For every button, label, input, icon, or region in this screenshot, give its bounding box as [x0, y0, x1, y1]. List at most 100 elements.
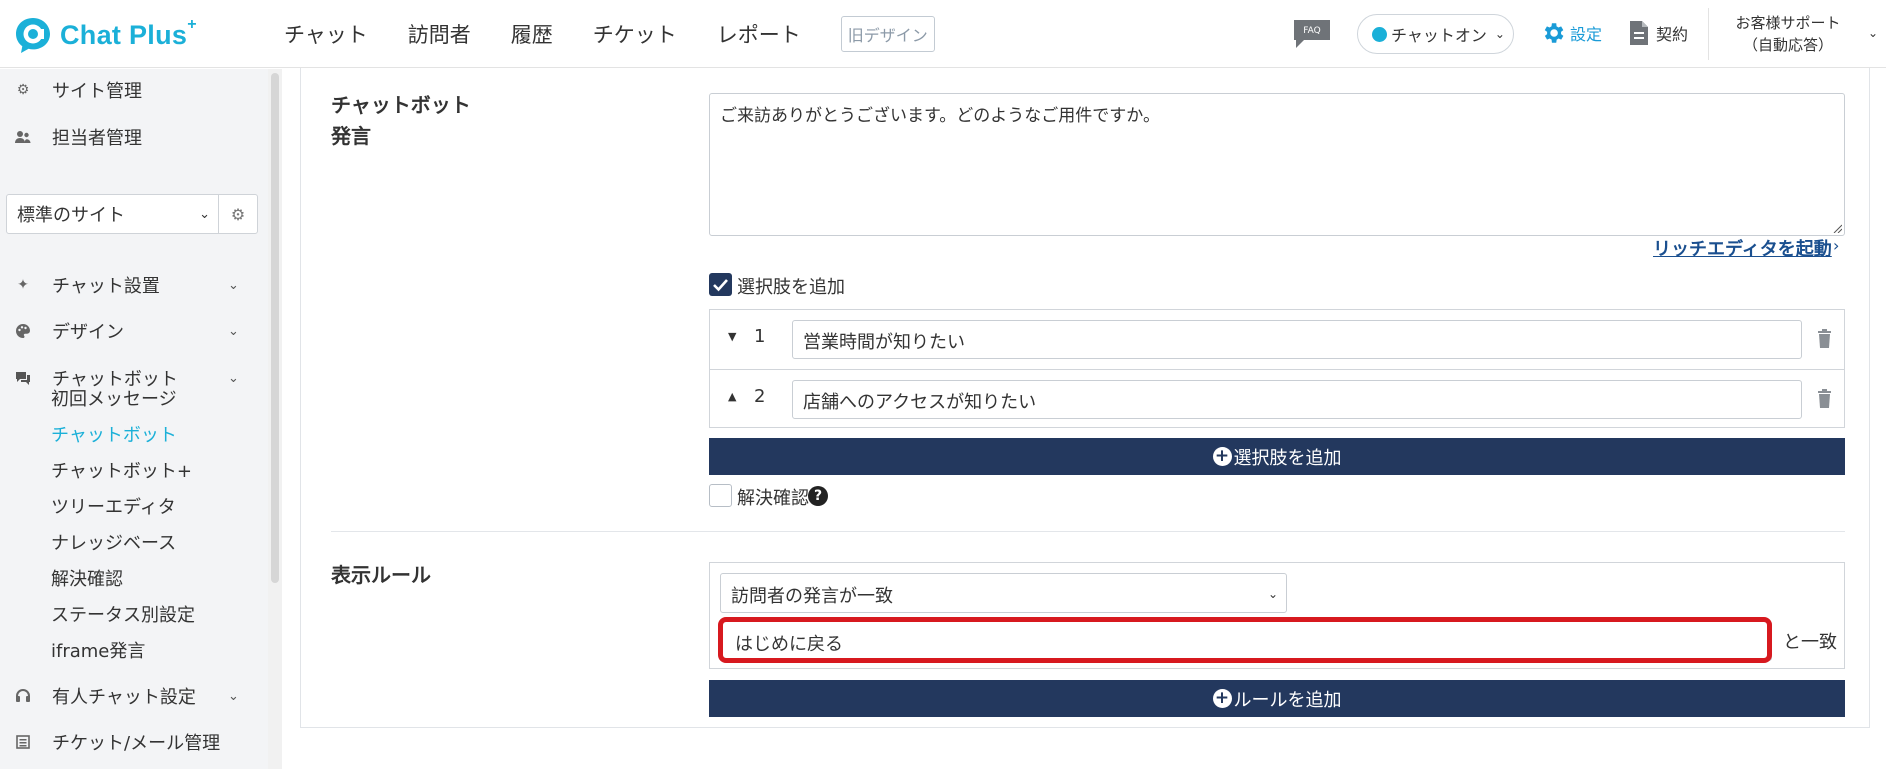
sidebar-subitem-chatbot-plus[interactable]: チャットボット+: [51, 457, 192, 483]
add-choice-label: 選択肢を追加: [1233, 447, 1342, 469]
list-icon: [14, 733, 32, 751]
checkmark-icon: [713, 279, 728, 292]
site-settings-gear-icon[interactable]: ⚙: [219, 195, 257, 233]
resolution-label: 解決確認: [737, 488, 809, 509]
divider: [1708, 8, 1709, 60]
rule-condition-value: 訪問者の発言が一致: [731, 586, 893, 607]
sidebar-item-manned-chat[interactable]: 有人チャット設定 ⌄: [0, 679, 268, 713]
users-icon: [14, 128, 32, 146]
nav-visitors[interactable]: 訪問者: [408, 19, 471, 49]
chatbot-message-textarea[interactable]: ご来訪ありがとうございます。どのようなご用件ですか。: [709, 93, 1845, 236]
chevron-down-icon[interactable]: ⌄: [1868, 26, 1878, 40]
add-choice-button[interactable]: + 選択肢を追加: [709, 438, 1845, 475]
support-menu[interactable]: お客様サポート （自動応答）: [1718, 12, 1858, 56]
status-label: チャットオン: [1391, 26, 1487, 45]
chat-bubble-logo-icon: [16, 18, 50, 53]
contract-label: 契約: [1656, 25, 1689, 44]
gear-icon: [1544, 23, 1564, 43]
move-up-icon[interactable]: ▲: [728, 390, 736, 403]
sidebar-subitem-chatbot[interactable]: チャットボット: [51, 421, 177, 447]
tools-icon: ✦: [17, 277, 29, 293]
nav-chat[interactable]: チャット: [284, 19, 368, 49]
sidebar-item-chat-setup[interactable]: ✦ チャット設置 ⌄: [0, 268, 268, 302]
chevron-right-icon: ›: [1833, 236, 1840, 255]
sidebar: ⚙ サイト管理 担当者管理 標準のサイト ⌄ ⚙ ✦ チャット設置 ⌄ デザイン…: [0, 69, 268, 769]
sidebar-subitem-knowledge-base[interactable]: ナレッジベース: [51, 529, 176, 555]
sidebar-item-label: チケット/メール管理: [52, 733, 221, 754]
sidebar-subitem-first-message[interactable]: 初回メッセージ: [51, 385, 177, 411]
nav-reports[interactable]: レポート: [717, 19, 801, 49]
palette-icon: [14, 322, 32, 340]
top-bar: Chat Plus+ チャット 訪問者 履歴 チケット レポート 旧デザイン F…: [0, 0, 1886, 68]
nav-history[interactable]: 履歴: [511, 19, 553, 49]
resolution-checkbox[interactable]: [709, 484, 732, 507]
sidebar-item-ticket-mail[interactable]: チケット/メール管理: [0, 725, 268, 759]
section-divider: [331, 531, 1845, 532]
help-icon[interactable]: ?: [808, 486, 828, 506]
headset-icon: [14, 687, 32, 705]
sidebar-scrollbar[interactable]: [268, 69, 282, 769]
sidebar-item-label: チャット設置: [52, 276, 160, 297]
add-rule-button[interactable]: + ルールを追加: [709, 680, 1845, 717]
chat-status-select[interactable]: チャットオン ⌄: [1357, 14, 1514, 54]
support-line-2: （自動応答）: [1742, 36, 1833, 54]
choice-text-input[interactable]: 店舗へのアクセスが知りたい: [792, 380, 1802, 419]
trash-icon[interactable]: [1817, 389, 1832, 408]
site-select-dropdown[interactable]: 標準のサイト ⌄: [7, 195, 219, 233]
choice-text-input[interactable]: 営業時間が知りたい: [792, 320, 1802, 359]
chevron-down-icon: ⌄: [228, 688, 239, 704]
chat-bubble-icon: [14, 369, 32, 387]
contract-link[interactable]: 契約: [1628, 20, 1688, 46]
rule-suffix-label: と一致: [1783, 632, 1837, 653]
support-line-1: お客様サポート: [1735, 14, 1841, 32]
add-choices-checkbox[interactable]: [709, 273, 732, 296]
chevron-down-icon: ⌄: [228, 323, 239, 339]
choice-row: ▲ 2 店舗へのアクセスが知りたい: [710, 369, 1844, 428]
rich-editor-link[interactable]: リッチエディタを起動: [1653, 235, 1832, 261]
choice-number: 2: [754, 386, 766, 407]
status-dot-icon: [1372, 26, 1387, 42]
sidebar-item-label: サイト管理: [52, 81, 142, 102]
faq-icon[interactable]: FAQ: [1292, 18, 1332, 50]
sidebar-item-label: 有人チャット設定: [52, 687, 196, 708]
chat-plus-logo[interactable]: Chat Plus+: [14, 16, 197, 54]
svg-text:FAQ: FAQ: [1303, 26, 1320, 36]
brand-name: Chat Plus+: [60, 15, 197, 50]
sidebar-item-label: デザイン: [52, 322, 124, 343]
sidebar-item-staff-admin[interactable]: 担当者管理: [0, 120, 268, 154]
chatbot-message-label: チャットボット 発言: [331, 93, 471, 148]
add-rule-label: ルールを追加: [1233, 689, 1342, 711]
settings-link[interactable]: 設定: [1540, 20, 1602, 46]
rule-condition-select[interactable]: 訪問者の発言が一致 ⌄: [720, 573, 1287, 613]
old-design-button[interactable]: 旧デザイン: [840, 16, 935, 52]
sidebar-subitem-resolution[interactable]: 解決確認: [51, 565, 123, 591]
chevron-down-icon: ⌄: [228, 370, 239, 386]
plus-circle-icon: +: [1212, 447, 1232, 466]
chevron-down-icon: ⌄: [1267, 587, 1278, 601]
sidebar-subitem-tree-editor[interactable]: ツリーエディタ: [51, 493, 176, 519]
move-down-icon[interactable]: ▼: [728, 330, 736, 343]
chevron-down-icon: ⌄: [1494, 27, 1505, 41]
site-select[interactable]: 標準のサイト ⌄ ⚙: [6, 194, 258, 234]
settings-label: 設定: [1570, 25, 1603, 44]
sidebar-item-design[interactable]: デザイン ⌄: [0, 314, 268, 348]
sidebar-subitem-status-settings[interactable]: ステータス別設定: [51, 601, 195, 627]
choice-row: ▼ 1 営業時間が知りたい: [710, 310, 1844, 369]
highlight-annotation: [718, 617, 1772, 663]
sidebar-item-site-admin[interactable]: ⚙ サイト管理: [0, 73, 268, 107]
chevron-down-icon: ⌄: [228, 277, 239, 293]
gears-icon: ⚙: [16, 82, 30, 98]
chevron-down-icon: ⌄: [199, 206, 210, 222]
sidebar-subitem-iframe[interactable]: iframe発言: [51, 637, 145, 663]
document-icon: [1630, 21, 1648, 45]
trash-icon[interactable]: [1817, 329, 1832, 348]
display-rules-label: 表示ルール: [331, 563, 431, 587]
add-choices-label: 選択肢を追加: [737, 277, 845, 298]
site-select-value: 標準のサイト: [17, 205, 125, 226]
scrollbar-thumb[interactable]: [271, 73, 279, 583]
sidebar-item-label: 担当者管理: [52, 128, 142, 149]
choices-list: ▼ 1 営業時間が知りたい ▲ 2 店舗へのアクセスが知りたい: [709, 309, 1845, 428]
main-nav: チャット 訪問者 履歴 チケット レポート 旧デザイン: [284, 0, 935, 68]
nav-tickets[interactable]: チケット: [593, 19, 677, 49]
resize-grip-icon[interactable]: [1832, 223, 1842, 233]
